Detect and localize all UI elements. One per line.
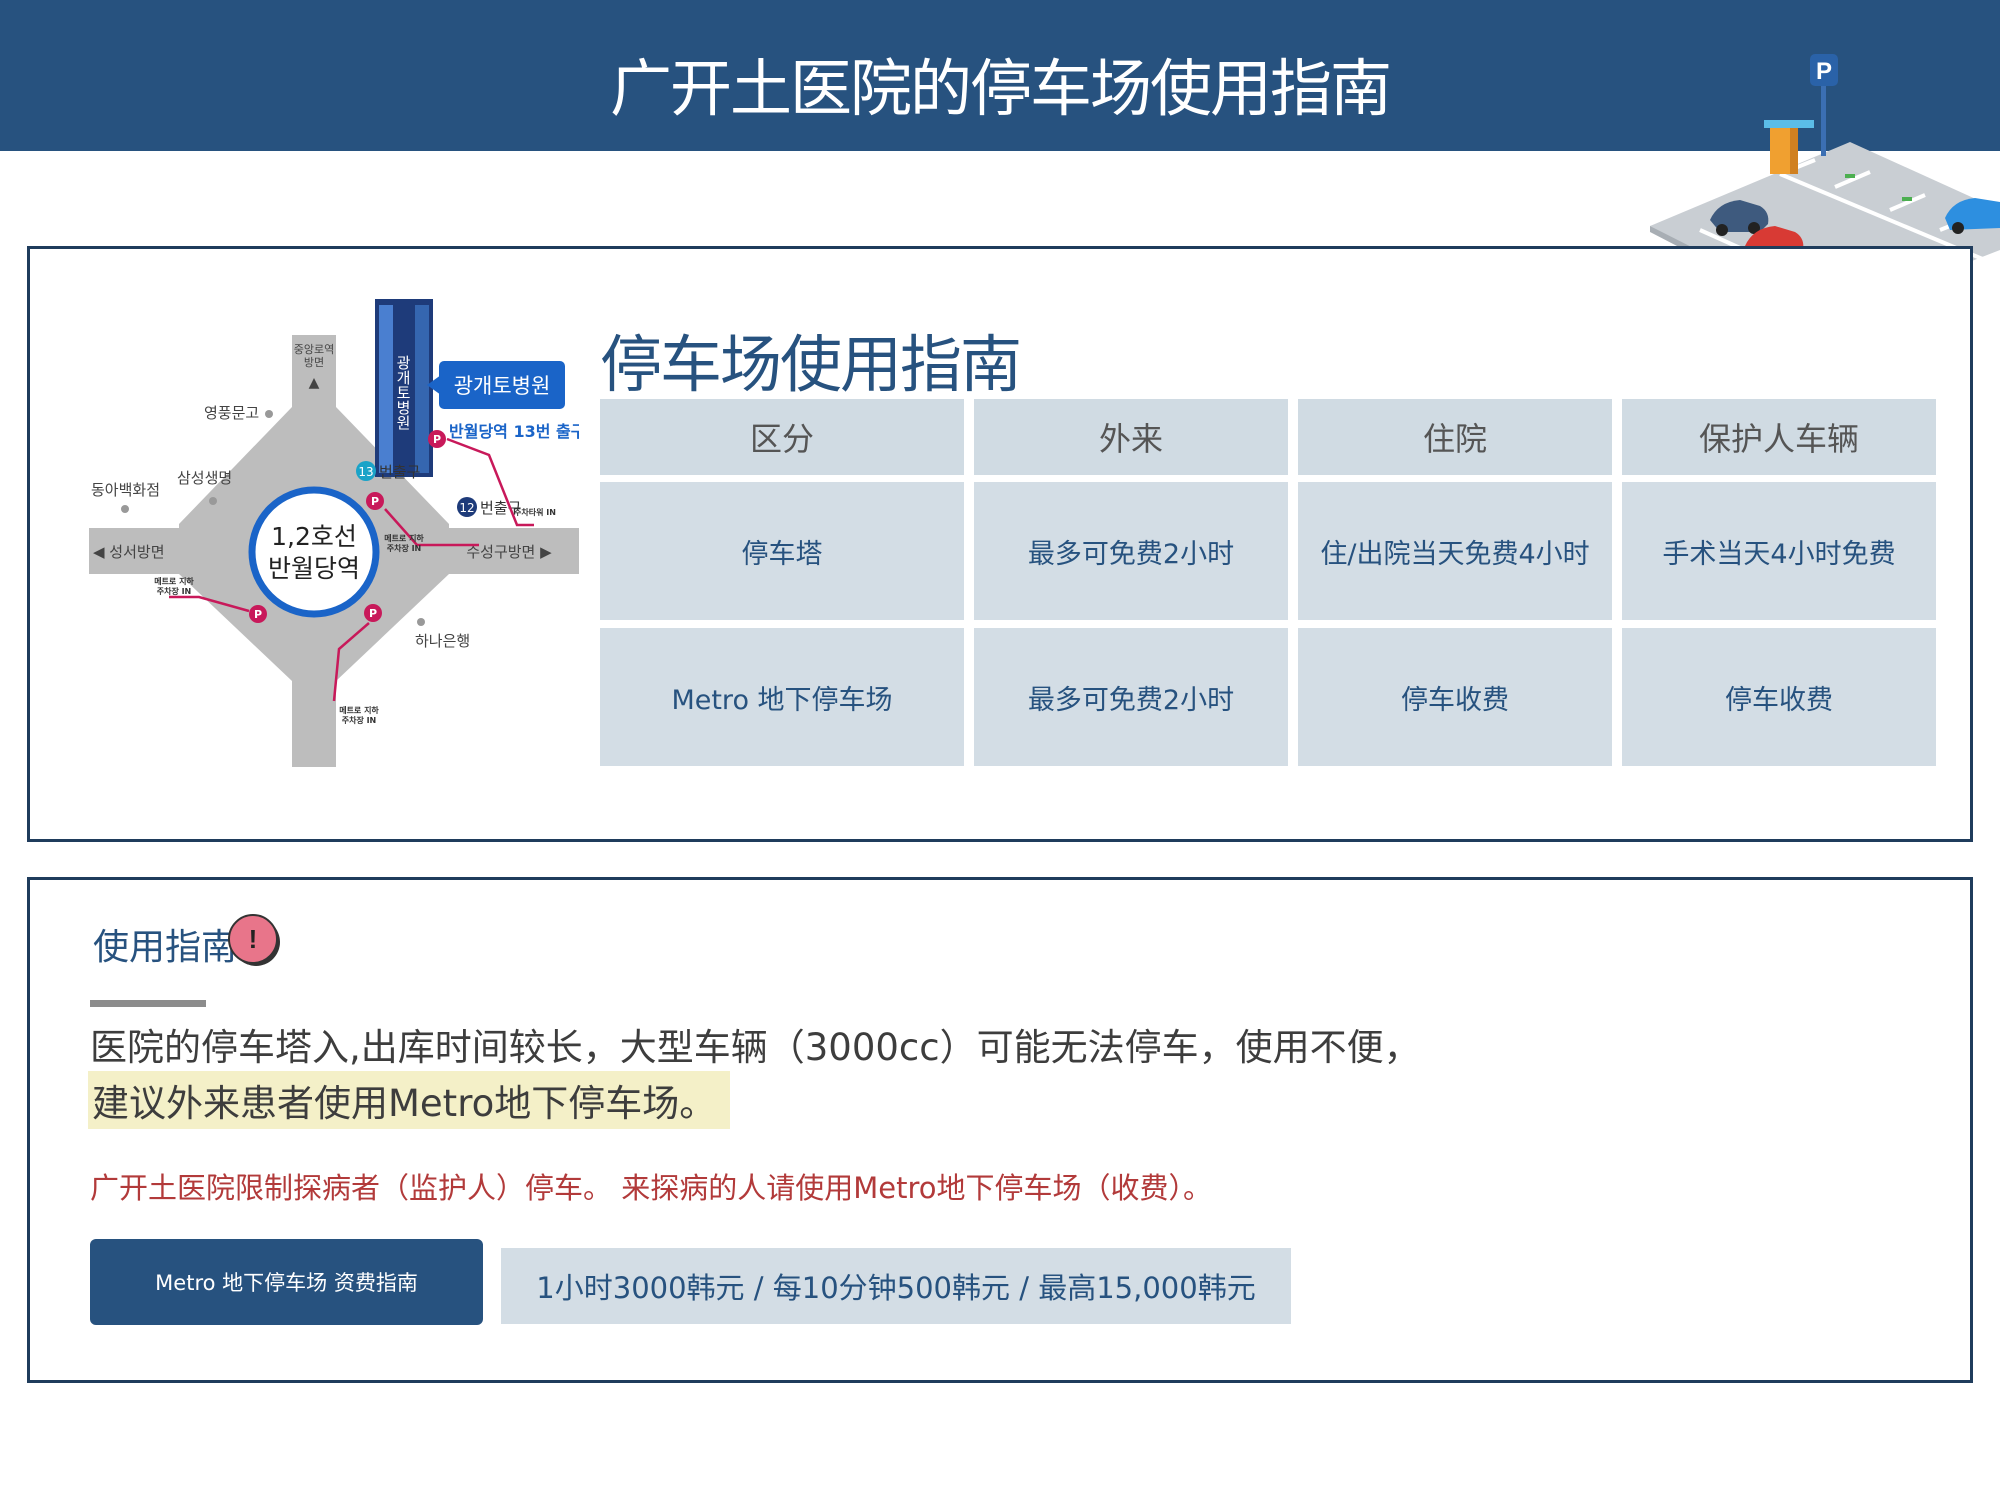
hospital-building-icon: 광개토병원 xyxy=(375,299,433,477)
table-cell: 最多可免费2小时 xyxy=(974,482,1288,620)
table-cell: 手术当天4小时免费 xyxy=(1622,482,1936,620)
metro-in-label: 메트로 지하 주차장 IN xyxy=(339,705,379,725)
table-header-cell: 区分 xyxy=(600,399,964,475)
table-cell: 停车收费 xyxy=(1622,628,1936,766)
table-cell: 停车塔 xyxy=(600,482,964,620)
tower-in-label: 주차타워 IN xyxy=(514,507,556,517)
svg-text:P: P xyxy=(1816,58,1832,85)
svg-text:!: ! xyxy=(249,924,258,954)
metro-in-label: 메트로 지하 주차장 IN xyxy=(154,576,194,596)
table-header-cell: 外来 xyxy=(974,399,1288,475)
usage-guide-panel: 使用指南 ! 医院的停车塔入,出库时间较长，大型车辆（3000cc）可能无法停车… xyxy=(27,877,1973,1383)
landmark-label: 영풍문고 xyxy=(204,404,259,422)
station-line-label: 1,2호선 xyxy=(271,522,357,551)
svg-text:광개토병원: 광개토병원 xyxy=(394,355,412,430)
landmark-label: 삼성생명 xyxy=(177,469,232,487)
table-cell: 住/出院当天免费4小时 xyxy=(1298,482,1612,620)
station-name-label: 반월당역 xyxy=(268,554,360,583)
svg-text:P: P xyxy=(433,433,441,446)
location-map: 1,2호선 반월당역 광개토병원 광개토병원 반월당역 13번 출구 중앙로역 방… xyxy=(89,299,579,767)
table-cell: 最多可免费2小时 xyxy=(974,628,1288,766)
exit-13-label: 번출구 xyxy=(379,463,420,481)
guide-highlight-text: 建议外来患者使用Metro地下停车场。 xyxy=(88,1071,731,1129)
table-header-row: 区分 外来 住院 保护人车辆 xyxy=(600,399,1936,475)
svg-text:P: P xyxy=(369,607,377,620)
section-title: 停车场使用指南 xyxy=(600,328,1022,401)
table-row: 停车塔 最多可免费2小时 住/出院当天免费4小时 手术当天4小时免费 xyxy=(600,482,1936,620)
table-header-cell: 保护人车辆 xyxy=(1622,399,1936,475)
station-marker xyxy=(248,486,380,618)
west-direction-label: ◀ 성서방면 xyxy=(93,543,165,561)
visitor-notice: 广开土医院限制探病者（监护人）停车。 来探病的人请使用Metro地下停车场（收费… xyxy=(90,1171,1212,1205)
east-direction-label: 수성구방면 ▶ xyxy=(466,543,552,561)
hospital-exit-label: 반월당역 13번 출구 xyxy=(449,422,579,441)
fee-info: 1小时3000韩元 / 每10分钟500韩元 / 最高15,000韩元 xyxy=(501,1248,1291,1324)
table-cell: Metro 地下停车场 xyxy=(600,628,964,766)
warning-icon: ! xyxy=(228,914,280,966)
svg-text:12: 12 xyxy=(459,501,474,515)
svg-text:13: 13 xyxy=(358,465,373,479)
north-arrow-icon: ▲ xyxy=(309,375,320,391)
svg-text:P: P xyxy=(371,495,379,508)
landmark-label: 하나은행 xyxy=(415,632,470,650)
title-underline xyxy=(90,1000,206,1007)
table-row: Metro 地下停车场 最多可免费2小时 停车收费 停车收费 xyxy=(600,628,1936,766)
guide-title: 使用指南 xyxy=(93,927,238,968)
table-header-cell: 住院 xyxy=(1298,399,1612,475)
landmark-label: 동아백화점 xyxy=(91,481,160,499)
parking-info-panel: 1,2호선 반월당역 광개토병원 광개토병원 반월당역 13번 출구 중앙로역 방… xyxy=(27,246,1973,842)
svg-text:P: P xyxy=(254,608,262,621)
fee-guide-button[interactable]: Metro 地下停车场 资费指南 xyxy=(90,1239,483,1325)
table-cell: 停车收费 xyxy=(1298,628,1612,766)
hospital-name-label: 광개토병원 xyxy=(454,374,551,398)
guide-text: 医院的停车塔入,出库时间较长，大型车辆（3000cc）可能无法停车，使用不便， xyxy=(90,1026,1421,1069)
